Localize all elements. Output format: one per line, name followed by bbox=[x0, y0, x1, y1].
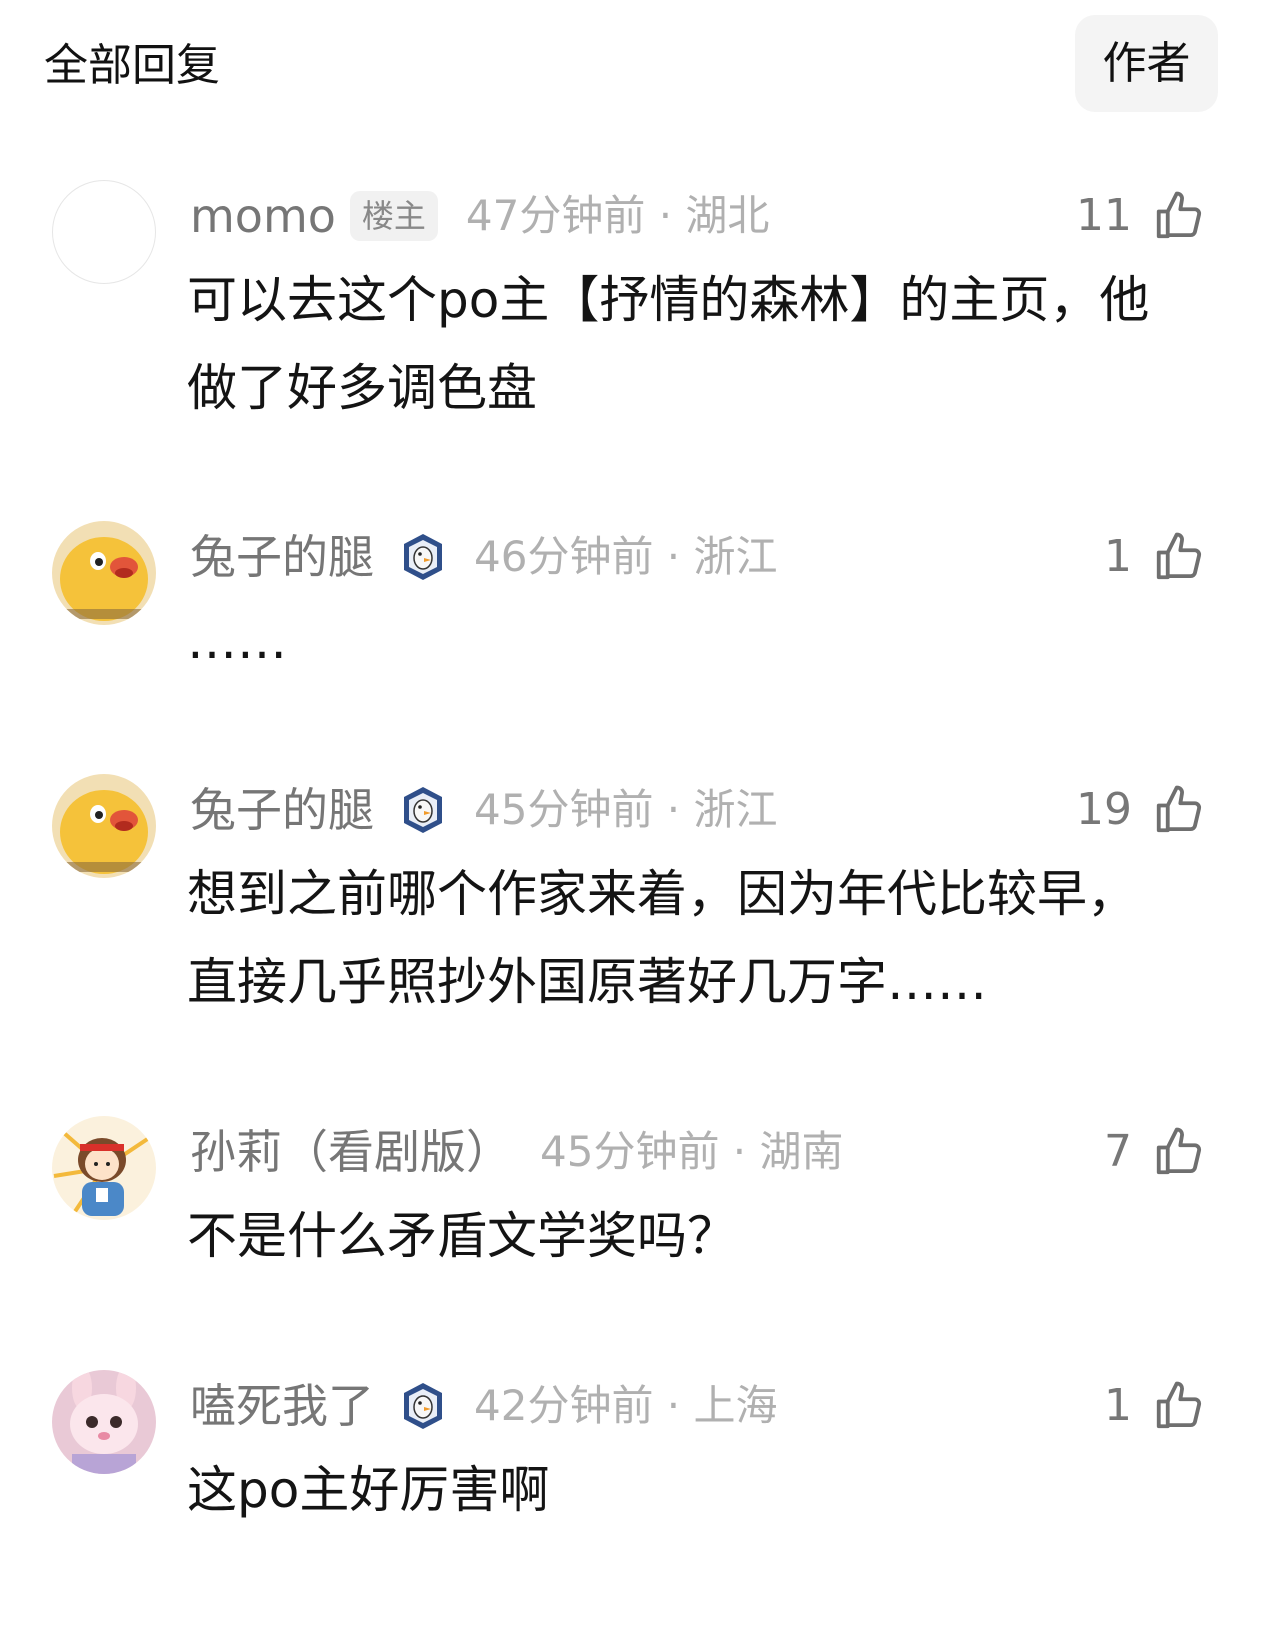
like-count: 19 bbox=[1076, 784, 1132, 835]
pink-bunny-avatar-image bbox=[52, 1370, 156, 1474]
like-button[interactable]: 1 bbox=[1104, 1376, 1206, 1436]
like-count: 7 bbox=[1104, 1126, 1132, 1177]
comment-meta: 孙莉（看剧版） 45分钟前 · 湖南 bbox=[190, 1122, 844, 1182]
comment-meta: 兔子的腿 45分钟前 · 浙江 bbox=[190, 780, 778, 840]
thumbs-up-icon bbox=[1156, 785, 1202, 833]
time-location: 46分钟前 · 浙江 bbox=[474, 532, 778, 581]
comment-text: 想到之前哪个作家来着，因为年代比较早，直接几乎照抄外国原著好几万字…… bbox=[187, 865, 1137, 1011]
avatar[interactable] bbox=[52, 180, 156, 284]
comment-meta: 兔子的腿 46分钟前 · 浙江 bbox=[190, 527, 778, 587]
like-count: 11 bbox=[1076, 190, 1132, 241]
thumbs-up-icon bbox=[1156, 191, 1202, 239]
username[interactable]: 嗑死我了 bbox=[190, 1376, 374, 1436]
comment-text: 这po主好厉害啊 bbox=[187, 1461, 550, 1519]
time-location: 42分钟前 · 上海 bbox=[474, 1381, 778, 1430]
replies-header: 全部回复 作者 bbox=[0, 0, 1264, 130]
thumbs-up-icon bbox=[1156, 532, 1202, 580]
username[interactable]: 孙莉（看剧版） bbox=[190, 1122, 512, 1182]
comment-meta: momo 楼主 47分钟前 · 湖北 bbox=[190, 186, 769, 246]
like-count: 1 bbox=[1104, 531, 1132, 582]
comment-text: 可以去这个po主【抒情的森林】的主页，他做了好多调色盘 bbox=[187, 271, 1150, 417]
author-filter-button[interactable]: 作者 bbox=[1075, 15, 1218, 112]
avatar[interactable] bbox=[52, 774, 156, 878]
like-button[interactable]: 7 bbox=[1104, 1122, 1206, 1182]
all-replies-title: 全部回复 bbox=[44, 40, 220, 91]
cartoon-girl-avatar-image bbox=[52, 1116, 156, 1220]
comment-text: 不是什么矛盾文学奖吗？ bbox=[187, 1207, 737, 1265]
comment-text: …… bbox=[187, 612, 287, 670]
avatar[interactable] bbox=[52, 521, 156, 625]
user-level-badge-icon bbox=[404, 787, 442, 833]
like-count: 1 bbox=[1104, 1380, 1132, 1431]
op-badge: 楼主 bbox=[349, 191, 438, 241]
like-button[interactable]: 11 bbox=[1076, 186, 1206, 246]
time-location: 45分钟前 · 浙江 bbox=[474, 785, 778, 834]
username[interactable]: momo bbox=[190, 186, 336, 246]
yellow-chick-avatar-image bbox=[52, 521, 156, 625]
like-button[interactable]: 1 bbox=[1104, 527, 1206, 587]
thumbs-up-icon bbox=[1156, 1127, 1202, 1175]
yellow-chick-avatar-image bbox=[52, 774, 156, 878]
time-location: 47分钟前 · 湖北 bbox=[465, 191, 770, 240]
user-level-badge-icon bbox=[404, 534, 442, 580]
time-location: 45分钟前 · 湖南 bbox=[540, 1127, 844, 1176]
thumbs-up-icon bbox=[1156, 1381, 1202, 1429]
user-level-badge-icon bbox=[404, 1383, 442, 1429]
like-button[interactable]: 19 bbox=[1076, 780, 1206, 840]
username[interactable]: 兔子的腿 bbox=[190, 527, 374, 587]
avatar[interactable] bbox=[52, 1116, 156, 1220]
avatar[interactable] bbox=[52, 1370, 156, 1474]
comment-meta: 嗑死我了 42分钟前 · 上海 bbox=[190, 1376, 778, 1436]
username[interactable]: 兔子的腿 bbox=[190, 780, 374, 840]
